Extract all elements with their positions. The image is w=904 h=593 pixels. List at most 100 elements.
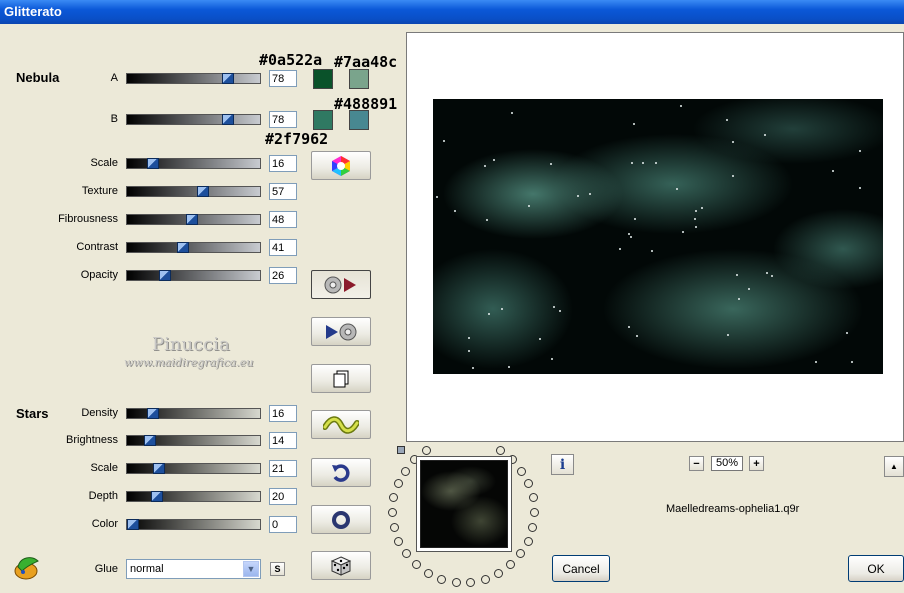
info-button[interactable]: i xyxy=(551,454,574,475)
navigator-ring-dot[interactable] xyxy=(496,446,505,455)
export-preset-button[interactable] xyxy=(311,270,371,299)
navigator-ring-dot[interactable] xyxy=(394,479,403,488)
star-dot xyxy=(859,150,861,152)
slider-thumb[interactable] xyxy=(177,242,189,253)
slider-thumb[interactable] xyxy=(186,214,198,225)
navigator-ring-dot[interactable] xyxy=(466,578,475,587)
glue-s-button[interactable]: S xyxy=(270,562,285,576)
navigator-ring-dot[interactable] xyxy=(422,446,431,455)
navigator-ring-dot[interactable] xyxy=(516,549,525,558)
navigator-ring-dot[interactable] xyxy=(481,575,490,584)
preset-filename: Maelledreams-ophelia1.q9r xyxy=(666,503,800,515)
nebula-value-texture[interactable]: 57 xyxy=(269,183,297,200)
slider-thumb[interactable] xyxy=(222,73,234,84)
slider-thumb[interactable] xyxy=(151,491,163,502)
navigator-ring-dot[interactable] xyxy=(506,560,515,569)
nebula-slider-b[interactable] xyxy=(126,114,261,125)
navigator-ring-dot[interactable] xyxy=(402,549,411,558)
star-dot xyxy=(472,367,474,369)
glue-select[interactable]: normal ▼ xyxy=(126,559,261,579)
stars-slider-color[interactable] xyxy=(126,519,261,530)
slider-thumb[interactable] xyxy=(147,408,159,419)
star-dot xyxy=(630,236,632,238)
star-dot xyxy=(486,219,488,221)
navigator-thumbnail[interactable] xyxy=(416,456,512,552)
stars-slider-brightness[interactable] xyxy=(126,435,261,446)
color-wheel-button[interactable] xyxy=(311,151,371,180)
nebula-slider-scale[interactable] xyxy=(126,158,261,169)
star-dot xyxy=(682,231,684,233)
star-dot xyxy=(436,196,438,198)
ok-button[interactable]: OK xyxy=(848,555,904,582)
slider-thumb[interactable] xyxy=(159,270,171,281)
stars-value-color[interactable]: 0 xyxy=(269,516,297,533)
nebula-value-fibrousness[interactable]: 48 xyxy=(269,211,297,228)
stars-label-color: Color xyxy=(91,518,118,530)
preview-panel[interactable] xyxy=(406,32,904,442)
navigator-corner-handle[interactable] xyxy=(397,446,405,454)
nebula-slider-opacity[interactable] xyxy=(126,270,261,281)
color-a1-swatch[interactable] xyxy=(313,69,333,89)
color-b1-swatch[interactable] xyxy=(313,110,333,130)
stars-value-scale[interactable]: 21 xyxy=(269,460,297,477)
navigator-ring-dot[interactable] xyxy=(412,560,421,569)
copy-button[interactable] xyxy=(311,364,371,393)
navigator-ring-dot[interactable] xyxy=(401,467,410,476)
nebula-value-opacity[interactable]: 26 xyxy=(269,267,297,284)
stars-value-brightness[interactable]: 14 xyxy=(269,432,297,449)
nebula-value-contrast[interactable]: 41 xyxy=(269,239,297,256)
slider-thumb[interactable] xyxy=(144,435,156,446)
cancel-button[interactable]: Cancel xyxy=(552,555,610,582)
star-dot xyxy=(694,218,696,220)
navigator-ring-dot[interactable] xyxy=(528,523,537,532)
navigator-ring-dot[interactable] xyxy=(394,537,403,546)
slider-thumb[interactable] xyxy=(127,519,139,530)
star-dot xyxy=(631,162,633,164)
undo-button[interactable] xyxy=(311,458,371,487)
scroll-up-button[interactable]: ▲ xyxy=(884,456,904,477)
zoom-in-button[interactable]: + xyxy=(749,456,764,471)
navigator-ring-dot[interactable] xyxy=(494,569,503,578)
stars-slider-scale[interactable] xyxy=(126,463,261,474)
navigator-ring-dot[interactable] xyxy=(517,467,526,476)
star-dot xyxy=(539,338,541,340)
nebula-slider-texture[interactable] xyxy=(126,186,261,197)
slider-thumb[interactable] xyxy=(147,158,159,169)
navigator-ring-dot[interactable] xyxy=(388,508,397,517)
navigator-ring-dot[interactable] xyxy=(437,575,446,584)
star-dot xyxy=(676,188,678,190)
random-dice-button[interactable] xyxy=(311,551,371,580)
star-dot xyxy=(642,162,644,164)
randomize-wave-button[interactable] xyxy=(311,410,371,439)
navigator-ring-dot[interactable] xyxy=(390,523,399,532)
import-preset-button[interactable] xyxy=(311,317,371,346)
zoom-out-button[interactable]: − xyxy=(689,456,704,471)
navigator-ring-dot[interactable] xyxy=(524,479,533,488)
chevron-down-icon[interactable]: ▼ xyxy=(243,561,259,577)
navigator-ring-dot[interactable] xyxy=(529,493,538,502)
nebula-slider-a[interactable] xyxy=(126,73,261,84)
navigator-ring-dot[interactable] xyxy=(524,537,533,546)
navigator-ring-dot[interactable] xyxy=(530,508,539,517)
color-b2-swatch[interactable] xyxy=(349,110,369,130)
stars-value-depth[interactable]: 20 xyxy=(269,488,297,505)
slider-thumb[interactable] xyxy=(197,186,209,197)
preview-image[interactable] xyxy=(433,99,883,374)
slider-thumb[interactable] xyxy=(153,463,165,474)
slider-thumb[interactable] xyxy=(222,114,234,125)
stars-slider-density[interactable] xyxy=(126,408,261,419)
reset-button[interactable] xyxy=(311,505,371,534)
nebula-value-a[interactable]: 78 xyxy=(269,70,297,87)
star-dot xyxy=(488,313,490,315)
nebula-slider-fibrousness[interactable] xyxy=(126,214,261,225)
star-dot xyxy=(851,361,853,363)
nebula-value-b[interactable]: 78 xyxy=(269,111,297,128)
nebula-slider-contrast[interactable] xyxy=(126,242,261,253)
stars-slider-depth[interactable] xyxy=(126,491,261,502)
nebula-value-scale[interactable]: 16 xyxy=(269,155,297,172)
navigator-ring-dot[interactable] xyxy=(424,569,433,578)
navigator-ring-dot[interactable] xyxy=(452,578,461,587)
navigator-ring-dot[interactable] xyxy=(389,493,398,502)
color-a2-swatch[interactable] xyxy=(349,69,369,89)
stars-value-density[interactable]: 16 xyxy=(269,405,297,422)
